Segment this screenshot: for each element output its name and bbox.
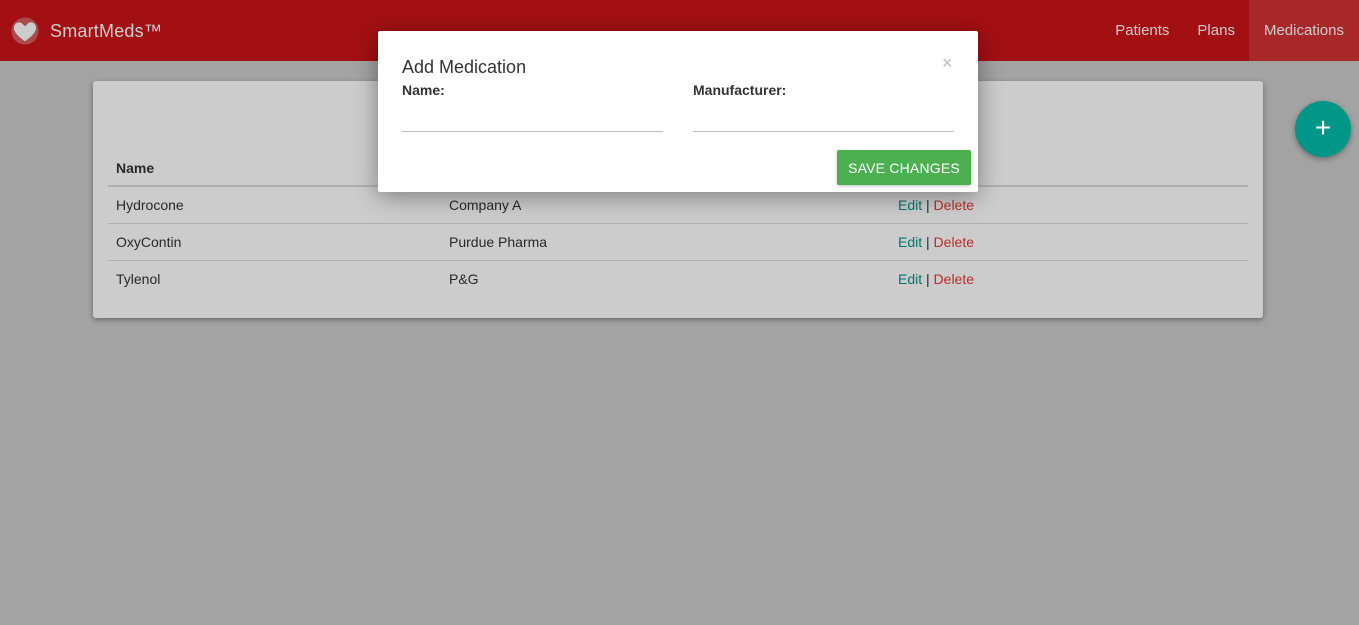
modal-title: Add Medication: [402, 57, 527, 77]
manufacturer-label: Manufacturer:: [693, 82, 787, 98]
save-changes-button[interactable]: Save Changes: [837, 150, 971, 185]
name-label: Name:: [402, 82, 445, 98]
close-icon[interactable]: ×: [942, 53, 953, 73]
name-input[interactable]: [402, 105, 663, 132]
manufacturer-input[interactable]: [693, 105, 954, 132]
add-medication-fab[interactable]: +: [1295, 101, 1351, 157]
plus-icon: +: [1314, 112, 1332, 143]
add-medication-modal: Add Medication × Name: Manufacturer: Sav…: [378, 31, 978, 192]
